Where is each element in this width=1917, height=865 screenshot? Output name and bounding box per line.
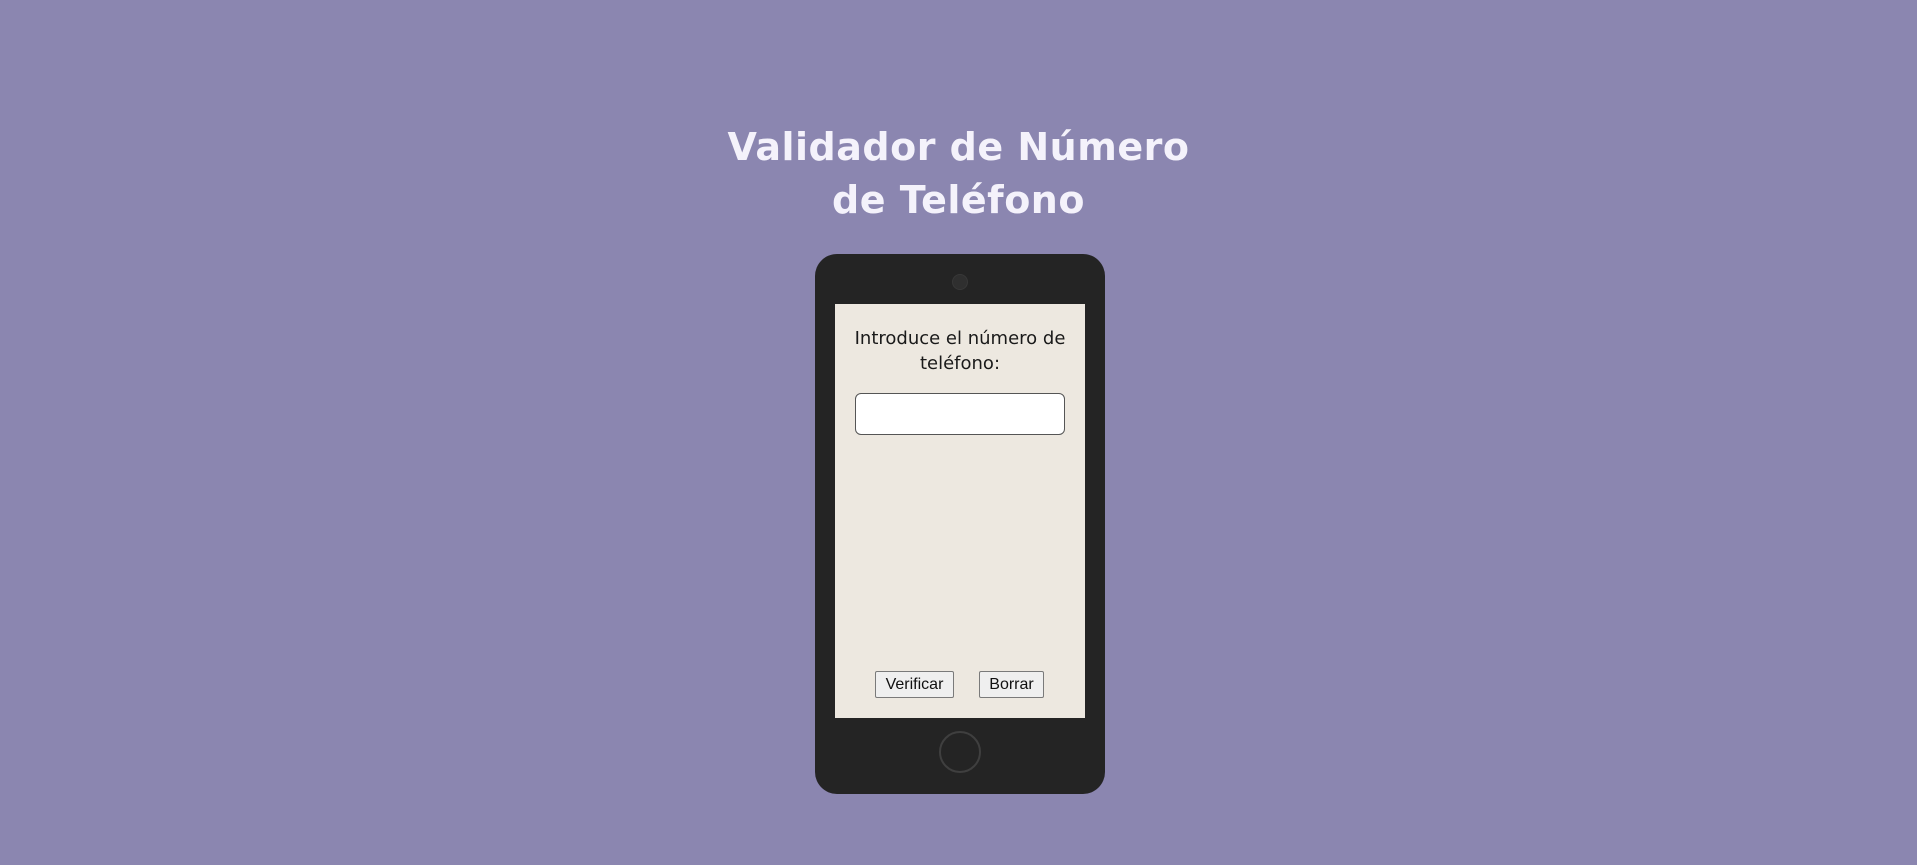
phone-screen: Introduce el número de teléfono: Verific…: [835, 304, 1085, 718]
home-button-icon[interactable]: [939, 731, 981, 773]
phone-number-input[interactable]: [855, 393, 1065, 435]
phone-frame: Introduce el número de teléfono: Verific…: [815, 254, 1105, 794]
verify-button[interactable]: Verificar: [875, 671, 954, 698]
clear-button[interactable]: Borrar: [979, 671, 1044, 698]
page-title-line-2: de Teléfono: [832, 178, 1085, 223]
camera-icon: [952, 274, 968, 290]
page-title: Validador de Número de Teléfono: [0, 121, 1917, 227]
phone-number-prompt: Introduce el número de teléfono:: [854, 328, 1066, 374]
page-title-line-1: Validador de Número: [727, 125, 1190, 170]
